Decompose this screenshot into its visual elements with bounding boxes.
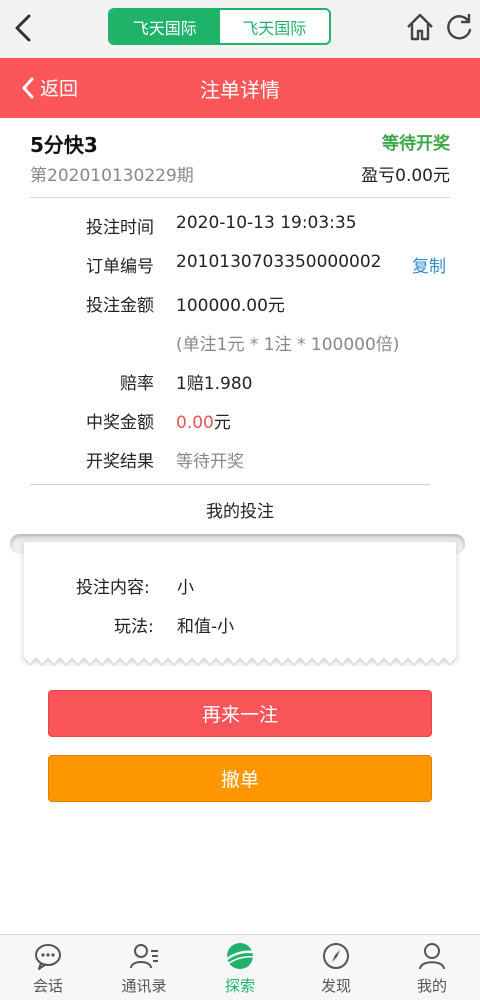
top-bar: 飞天国际 飞天国际 <box>0 0 480 58</box>
page-title: 注单详情 <box>200 78 280 102</box>
win-amount-number: 0.00 <box>176 413 214 433</box>
bet-time-value: 2020-10-13 19:03:35 <box>176 213 357 233</box>
divider <box>30 484 430 485</box>
row-result: 开奖结果 等待开奖 <box>0 447 480 477</box>
tab-contacts[interactable]: 通讯录 <box>96 935 192 1000</box>
tab-label: 我的 <box>416 977 447 995</box>
game-name: 5分快3 <box>30 133 98 157</box>
win-amount-label: 中奖金额 <box>86 413 154 433</box>
copy-button[interactable]: 复制 <box>412 252 446 277</box>
row-bet-time: 投注时间 2020-10-13 19:03:35 <box>0 213 480 243</box>
bet-receipt: 投注内容: 小 玩法: 和值-小 <box>24 542 456 666</box>
page-header: 返回 注单详情 <box>0 58 480 118</box>
order-no-value: 2010130703350000002 <box>176 252 382 272</box>
amount-label: 投注金额 <box>86 296 154 316</box>
tab-chat[interactable]: 会话 <box>0 935 96 1000</box>
home-icon[interactable] <box>403 10 437 44</box>
bottom-tab-bar: 会话 通讯录 探索 发现 我的 <box>0 934 480 1000</box>
result-value: 等待开奖 <box>176 452 244 472</box>
receipt-edge <box>24 658 456 666</box>
tab-label: 发现 <box>320 977 351 995</box>
tab-explore[interactable]: 探索 <box>192 935 288 1000</box>
tab-label: 通讯录 <box>121 977 167 995</box>
tab-label: 会话 <box>32 977 63 995</box>
row-order-no: 订单编号 2010130703350000002 复制 <box>0 252 480 282</box>
planet-icon <box>226 943 254 969</box>
win-amount-unit: 元 <box>213 413 231 433</box>
back-chevron-icon[interactable] <box>6 8 40 48</box>
segment-control: 飞天国际 飞天国际 <box>108 8 331 45</box>
tab-me[interactable]: 我的 <box>384 935 480 1000</box>
tab-discover[interactable]: 发现 <box>288 935 384 1000</box>
segment-tab-1[interactable]: 飞天国际 <box>110 10 220 43</box>
row-amount: 投注金额 100000.00元 <box>0 291 480 321</box>
refresh-icon[interactable] <box>442 10 476 44</box>
profit-loss: 盈亏0.00元 <box>361 166 450 186</box>
row-amount-note: (单注1元 * 1注 * 100000倍) <box>0 330 480 360</box>
row-win-amount: 中奖金额 0.00元 <box>0 408 480 438</box>
play-label: 玩法: <box>114 617 154 637</box>
chat-icon <box>35 944 61 970</box>
segment-tab-2[interactable]: 飞天国际 <box>219 10 329 43</box>
odds-label: 赔率 <box>120 374 154 394</box>
cancel-order-button[interactable]: 撤单 <box>48 755 432 802</box>
contacts-icon <box>130 944 158 969</box>
amount-value: 100000.00元 <box>176 296 285 316</box>
my-bet-title: 我的投注 <box>206 502 274 522</box>
row-odds: 赔率 1赔1.980 <box>0 369 480 399</box>
bet-content-label: 投注内容: <box>76 578 150 598</box>
bet-again-button[interactable]: 再来一注 <box>48 690 432 737</box>
play-value: 和值-小 <box>177 617 235 637</box>
result-label: 开奖结果 <box>86 452 154 472</box>
bet-content-value: 小 <box>177 578 194 598</box>
win-amount-value: 0.00元 <box>176 408 231 433</box>
status-badge: 等待开奖 <box>382 134 450 154</box>
order-no-label: 订单编号 <box>86 257 154 277</box>
amount-note: (单注1元 * 1注 * 100000倍) <box>176 335 400 355</box>
divider <box>30 197 450 198</box>
tab-label: 探索 <box>224 977 255 995</box>
compass-icon <box>323 943 349 969</box>
issue-number: 第202010130229期 <box>30 166 194 186</box>
odds-value: 1赔1.980 <box>176 374 253 394</box>
bet-time-label: 投注时间 <box>86 218 154 238</box>
user-icon <box>419 943 445 970</box>
